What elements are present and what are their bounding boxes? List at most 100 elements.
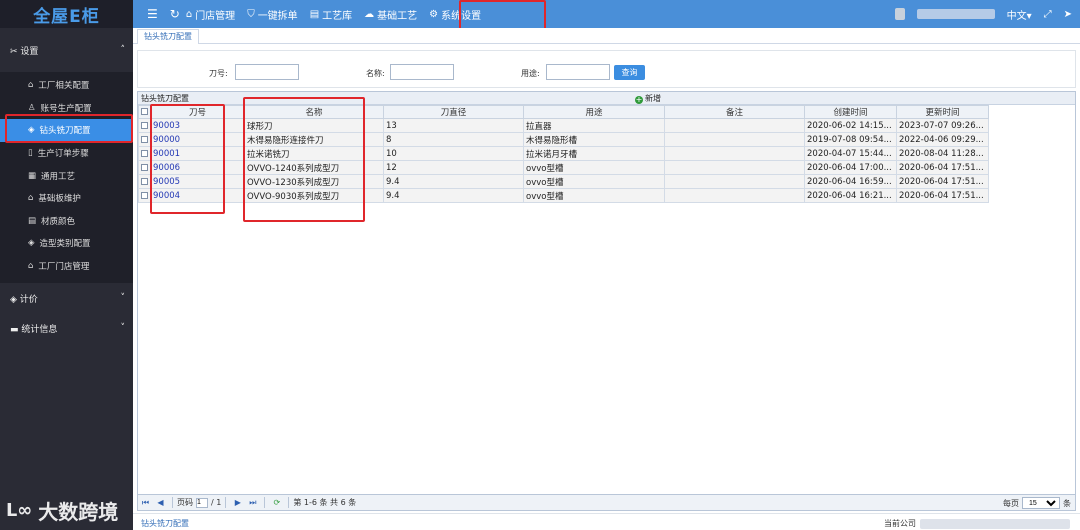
home-icon: ⌂ bbox=[185, 8, 193, 20]
chevron-down-icon: ˅ bbox=[120, 323, 126, 334]
fullscreen-icon[interactable]: ⤢ bbox=[1044, 9, 1052, 20]
next-page-icon[interactable]: ▶ bbox=[232, 498, 243, 508]
cell-diameter: 12 bbox=[383, 160, 524, 175]
column-header-diameter[interactable]: 刀直径 bbox=[383, 105, 524, 119]
steps-icon: ▯ bbox=[28, 148, 33, 159]
sidebar-item-factory-config[interactable]: ⌂ 工厂相关配置 bbox=[0, 74, 133, 97]
search-panel: 刀号: 名称: 用途: 查询 bbox=[137, 50, 1076, 88]
cell-diameter: 13 bbox=[383, 118, 524, 133]
page-number-input[interactable] bbox=[196, 497, 208, 508]
column-header-usage[interactable]: 用途 bbox=[523, 105, 665, 119]
code-input[interactable] bbox=[235, 64, 299, 80]
grid-title: 钻头铣刀配置 bbox=[141, 94, 189, 103]
sidebar-group-pricing[interactable]: ◈ 计价 ˅ bbox=[0, 283, 133, 313]
column-header-remark[interactable]: 备注 bbox=[664, 105, 805, 119]
row-checkbox[interactable] bbox=[138, 188, 151, 203]
query-button[interactable]: 查询 bbox=[614, 65, 645, 80]
select-all-checkbox[interactable] bbox=[138, 105, 151, 119]
cell-diameter: 8 bbox=[383, 132, 524, 147]
refresh-icon[interactable]: ⟳ bbox=[271, 498, 282, 508]
footer: 钻头铣刀配置 当前公司 bbox=[133, 513, 1080, 530]
app-logo: 全屋E柜 bbox=[0, 0, 133, 28]
nav-process-library[interactable]: ▤ 工艺库 bbox=[310, 7, 352, 22]
menu-toggle-icon[interactable]: ☰ bbox=[147, 7, 158, 21]
cell-remark bbox=[664, 188, 805, 203]
palette-icon: ▤ bbox=[28, 215, 37, 226]
nav-label: 工艺库 bbox=[322, 10, 353, 22]
sidebar-group-stats[interactable]: ▬ 统计信息 ˅ bbox=[0, 313, 133, 343]
watermark-text: 大数跨境 bbox=[38, 500, 119, 524]
cell-remark bbox=[664, 146, 805, 161]
nav-store-management[interactable]: ⌂ 门店管理 bbox=[186, 7, 235, 22]
tag-icon: ⌂ bbox=[28, 80, 34, 91]
last-page-icon[interactable]: ⏭ bbox=[247, 498, 258, 508]
plus-icon: + bbox=[635, 95, 643, 104]
sidebar-item-store-management[interactable]: ⌂ 工厂门店管理 bbox=[0, 255, 133, 278]
row-checkbox[interactable] bbox=[138, 132, 151, 147]
tab-strip: 钻头铣刀配置 bbox=[133, 28, 1080, 44]
prev-page-icon[interactable]: ◀ bbox=[155, 498, 166, 508]
row-checkbox[interactable] bbox=[138, 160, 151, 175]
chevron-up-icon: ˄ bbox=[120, 45, 126, 55]
per-page-select[interactable]: 15 bbox=[1022, 497, 1060, 509]
cell-created: 2020-06-04 16:59... bbox=[804, 174, 897, 189]
cell-usage: 拉直器 bbox=[523, 118, 665, 133]
sidebar-item-general-process[interactable]: ▦ 通用工艺 bbox=[0, 164, 133, 187]
language-select[interactable]: 中文▾ bbox=[1007, 7, 1032, 22]
add-button[interactable]: + 新增 bbox=[635, 92, 661, 105]
sidebar-submenu: ⌂ 工厂相关配置 ♙ 账号生产配置 ◈ 钻头铣刀配置 ▯ 生产订单步骤 ▦ 通用工艺 ⌂ 基… bbox=[0, 72, 133, 284]
watermark-logo-icon: ᒪ∞ bbox=[6, 500, 33, 521]
row-checkbox[interactable] bbox=[138, 118, 151, 133]
diamond-icon: ◈ bbox=[28, 238, 35, 249]
cell-updated: 2022-04-06 09:29... bbox=[896, 132, 989, 147]
tab-drill-config[interactable]: 钻头铣刀配置 bbox=[137, 29, 199, 44]
gear-icon: ⚙ bbox=[429, 8, 439, 20]
cell-usage: 拉米诺月牙槽 bbox=[523, 146, 665, 161]
user-avatar[interactable] bbox=[894, 8, 905, 20]
refresh-icon[interactable]: ↻ bbox=[170, 7, 180, 21]
column-header-updated[interactable]: 更新时间 bbox=[896, 105, 989, 119]
cell-updated: 2020-06-04 17:51... bbox=[896, 160, 989, 175]
row-checkbox[interactable] bbox=[138, 174, 151, 189]
name-label: 名称: bbox=[366, 69, 385, 78]
name-input[interactable] bbox=[390, 64, 454, 80]
usage-input[interactable] bbox=[546, 64, 610, 80]
cell-remark bbox=[664, 118, 805, 133]
cell-remark bbox=[664, 160, 805, 175]
code-label: 刀号: bbox=[209, 69, 228, 78]
nav-basic-process[interactable]: ☁ 基础工艺 bbox=[364, 7, 417, 22]
user-name-redacted bbox=[916, 9, 995, 19]
highlight-code-column bbox=[150, 104, 225, 214]
sidebar-item-base-board[interactable]: ⌂ 基础板维护 bbox=[0, 187, 133, 210]
cell-created: 2020-06-04 17:00... bbox=[804, 160, 897, 175]
top-nav: ☰ ↻ ⌂ 门店管理 ⛉ 一键拆单 ▤ 工艺库 ☁ 基础工艺 ⚙ 系统设置 bbox=[133, 0, 493, 28]
tag-icon: ⌂ bbox=[28, 193, 34, 204]
home-icon: ⌂ bbox=[28, 261, 34, 272]
send-icon[interactable]: ➤ bbox=[1064, 9, 1072, 20]
highlight-drill-config bbox=[5, 114, 133, 143]
cell-created: 2019-07-08 09:54... bbox=[804, 132, 897, 147]
footer-breadcrumb[interactable]: 钻头铣刀配置 bbox=[141, 518, 189, 529]
first-page-icon[interactable]: ⏮ bbox=[140, 498, 151, 508]
usage-label: 用途: bbox=[521, 69, 540, 78]
highlight-name-column bbox=[243, 97, 365, 222]
grid-icon: ▦ bbox=[28, 170, 37, 181]
page-label: 页码 bbox=[177, 498, 193, 507]
column-header-created[interactable]: 创建时间 bbox=[804, 105, 897, 119]
footer-company: 当前公司 bbox=[884, 518, 1070, 529]
sidebar-group-settings[interactable]: ✂ 设置 ˄ bbox=[0, 28, 133, 72]
shield-icon: ⛉ bbox=[247, 8, 255, 20]
company-name-redacted bbox=[920, 518, 1070, 529]
cell-updated: 2023-07-07 09:26... bbox=[896, 118, 989, 133]
sidebar-item-shape-category[interactable]: ◈ 造型类别配置 bbox=[0, 232, 133, 255]
cell-usage: 木得易隐形槽 bbox=[523, 132, 665, 147]
top-right-tools: 中文▾ ⤢ ➤ bbox=[894, 0, 1072, 28]
user-icon: ♙ bbox=[28, 102, 36, 113]
sidebar-item-material-color[interactable]: ▤ 材质颜色 bbox=[0, 210, 133, 233]
nav-one-click-split[interactable]: ⛉ 一键拆单 bbox=[247, 7, 298, 22]
sidebar-item-order-steps[interactable]: ▯ 生产订单步骤 bbox=[0, 142, 133, 165]
cell-updated: 2020-08-04 11:28... bbox=[896, 146, 989, 161]
pager-summary: 第 1-6 条 共 6 条 bbox=[293, 498, 357, 507]
row-checkbox[interactable] bbox=[138, 146, 151, 161]
nav-label: 基础工艺 bbox=[377, 10, 418, 22]
